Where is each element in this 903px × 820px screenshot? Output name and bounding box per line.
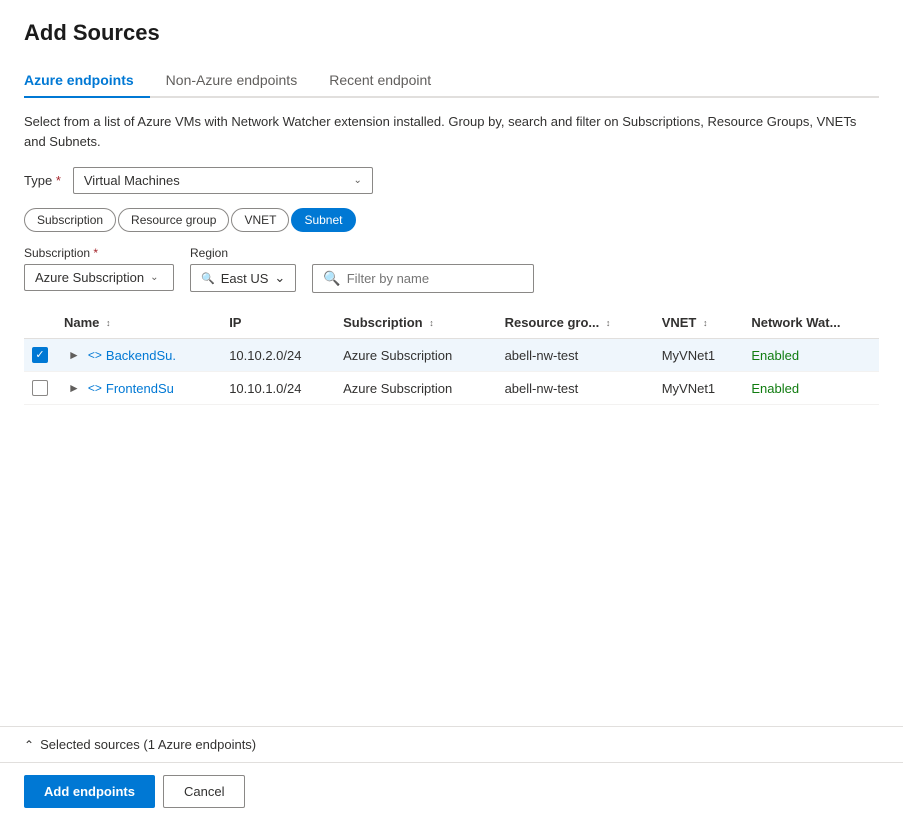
col-subscription[interactable]: Subscription ↕: [335, 307, 496, 339]
chevron-up-icon: ⌃: [24, 738, 34, 752]
search-input[interactable]: [347, 271, 523, 286]
col-network-watcher: Network Wat...: [743, 307, 879, 339]
expand-button[interactable]: ►: [64, 348, 84, 362]
search-filter-group: 🔍: [312, 246, 533, 293]
table-row: ► <> BackendSu. 10.10.2.0/24 Azure Subsc…: [24, 339, 879, 372]
subnet-icon: <>: [88, 381, 102, 395]
selected-sources-bar[interactable]: ⌃ Selected sources (1 Azure endpoints): [0, 727, 903, 763]
row-subscription-cell: Azure Subscription: [335, 339, 496, 372]
tab-recent-endpoint[interactable]: Recent endpoint: [313, 64, 447, 98]
chevron-down-icon: ⌄: [353, 175, 361, 186]
row-checkbox[interactable]: [32, 347, 48, 363]
row-checkbox-cell[interactable]: [24, 372, 56, 405]
pill-subnet[interactable]: Subnet: [291, 208, 355, 232]
row-subscription-cell: Azure Subscription: [335, 372, 496, 405]
type-select[interactable]: Virtual Machines ⌄: [73, 167, 373, 194]
search-box[interactable]: 🔍: [312, 264, 533, 293]
search-icon: 🔍: [323, 270, 340, 287]
subscription-filter-group: Subscription * Azure Subscription ⌄: [24, 246, 174, 291]
row-name-link[interactable]: BackendSu.: [106, 348, 176, 363]
col-name[interactable]: Name ↕: [56, 307, 221, 339]
sort-icon: ↕: [429, 319, 434, 328]
row-resource-group-cell: abell-nw-test: [497, 372, 654, 405]
row-ip-cell: 10.10.2.0/24: [221, 339, 335, 372]
groupby-pills: Subscription Resource group VNET Subnet: [24, 208, 879, 232]
search-icon: 🔍: [201, 272, 215, 285]
row-vnet-cell: MyVNet1: [654, 372, 744, 405]
row-ip-cell: 10.10.1.0/24: [221, 372, 335, 405]
add-endpoints-button[interactable]: Add endpoints: [24, 775, 155, 808]
description-text: Select from a list of Azure VMs with Net…: [24, 112, 879, 151]
row-resource-group-cell: abell-nw-test: [497, 339, 654, 372]
pill-subscription[interactable]: Subscription: [24, 208, 116, 232]
row-name-cell: ► <> BackendSu.: [56, 339, 221, 372]
tabs-container: Azure endpoints Non-Azure endpoints Rece…: [24, 64, 879, 98]
action-buttons: Add endpoints Cancel: [0, 763, 903, 820]
row-name-cell: ► <> FrontendSu: [56, 372, 221, 405]
chevron-down-icon: ⌄: [150, 272, 158, 283]
table-row: ► <> FrontendSu 10.10.1.0/24 Azure Subsc…: [24, 372, 879, 405]
type-label: Type *: [24, 173, 61, 188]
sort-icon: ↕: [106, 319, 111, 328]
col-ip: IP: [221, 307, 335, 339]
row-name-link[interactable]: FrontendSu: [106, 381, 174, 396]
bottom-section: ⌃ Selected sources (1 Azure endpoints) A…: [0, 726, 903, 820]
type-row: Type * Virtual Machines ⌄: [24, 167, 879, 194]
page-title: Add Sources: [24, 20, 879, 46]
subscription-dropdown[interactable]: Azure Subscription ⌄: [24, 264, 174, 291]
sort-icon: ↕: [703, 319, 708, 328]
row-network-watcher-cell: Enabled: [743, 372, 879, 405]
row-network-watcher-cell: Enabled: [743, 339, 879, 372]
pill-resource-group[interactable]: Resource group: [118, 208, 229, 232]
col-vnet[interactable]: VNET ↕: [654, 307, 744, 339]
row-checkbox[interactable]: [32, 380, 48, 396]
col-resource-group[interactable]: Resource gro... ↕: [497, 307, 654, 339]
chevron-down-icon: ⌄: [274, 270, 285, 286]
tab-azure-endpoints[interactable]: Azure endpoints: [24, 64, 150, 98]
tab-non-azure-endpoints[interactable]: Non-Azure endpoints: [150, 64, 314, 98]
row-vnet-cell: MyVNet1: [654, 339, 744, 372]
pill-vnet[interactable]: VNET: [231, 208, 289, 232]
col-checkbox: [24, 307, 56, 339]
region-dropdown[interactable]: 🔍 East US ⌄: [190, 264, 296, 292]
sources-table: Name ↕ IP Subscription ↕ Resource gro...…: [24, 307, 879, 405]
cancel-button[interactable]: Cancel: [163, 775, 245, 808]
filters-row: Subscription * Azure Subscription ⌄ Regi…: [24, 246, 879, 293]
row-checkbox-cell[interactable]: [24, 339, 56, 372]
subnet-icon: <>: [88, 348, 102, 362]
sort-icon: ↕: [606, 319, 611, 328]
region-filter-group: Region 🔍 East US ⌄: [190, 246, 296, 292]
expand-button[interactable]: ►: [64, 381, 84, 395]
